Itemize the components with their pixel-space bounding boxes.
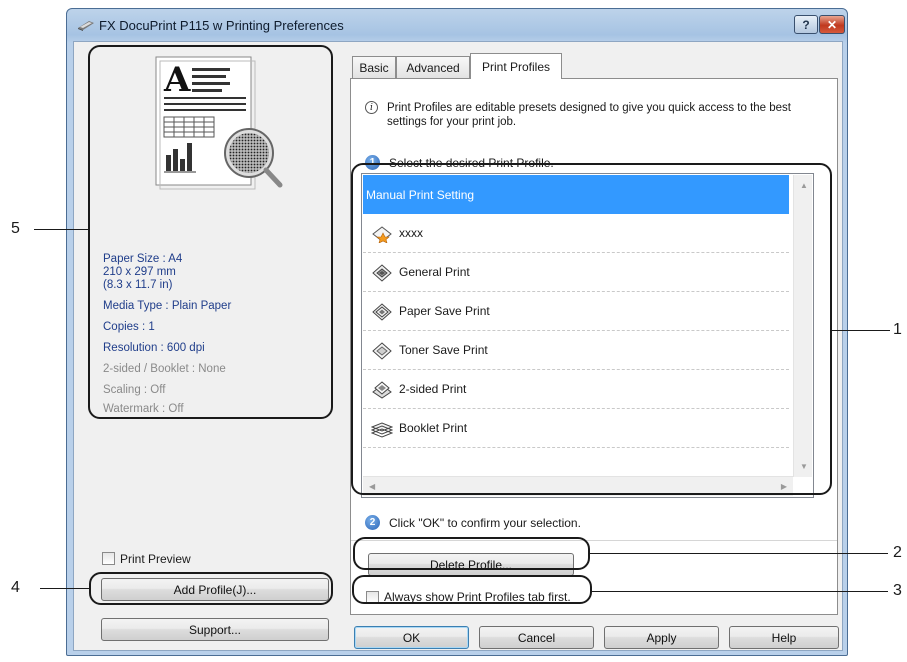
scaling-info: Scaling : Off [103, 384, 166, 396]
tab-advanced-label: Advanced [406, 60, 460, 75]
paper-size-info: Paper Size : A4 [103, 253, 183, 265]
callout-line-4 [40, 588, 90, 589]
callout-number-1: 1 [893, 321, 902, 338]
copies-info: Copies : 1 [103, 321, 155, 333]
watermark-info: Watermark : Off [103, 403, 184, 415]
panel-separator [351, 540, 837, 541]
two-sided-info: 2-sided / Booklet : None [103, 363, 226, 375]
step-one-icon: 1 [365, 155, 380, 170]
help-label: Help [771, 630, 797, 645]
tab-basic-label: Basic [359, 60, 389, 75]
callout-line-2 [590, 553, 888, 554]
printer-app-icon [78, 21, 94, 31]
apply-button[interactable]: Apply [604, 626, 719, 649]
callout-number-2: 2 [893, 544, 902, 561]
always-show-label: Always show Print Profiles tab first. [384, 590, 571, 604]
cancel-button[interactable]: Cancel [479, 626, 594, 649]
paper-mm-info: 210 x 297 mm [103, 266, 176, 278]
ok-button[interactable]: OK [354, 626, 469, 649]
profile-item-label: Toner Save Print [399, 343, 488, 357]
callout-line-1 [832, 330, 890, 331]
tab-print-profiles[interactable]: Print Profiles [470, 53, 562, 79]
profile-listbox[interactable]: Manual Print Setting xxxx General Print … [361, 173, 814, 498]
print-profiles-panel: i Print Profiles are editable presets de… [350, 78, 838, 615]
tab-print-profiles-label: Print Profiles [481, 59, 551, 74]
help-button[interactable]: Help [729, 626, 839, 649]
step-one-text: Select the desired Print Profile. [389, 156, 554, 170]
profile-item-custom[interactable]: xxxx [363, 214, 789, 253]
profile-item-label: 2-sided Print [399, 382, 467, 396]
profile-item-two-sided[interactable]: 2-sided Print [363, 370, 789, 409]
add-profile-button[interactable]: Add Profile(J)... [101, 578, 329, 601]
general-print-icon [372, 264, 392, 282]
close-button[interactable]: ✕ [819, 15, 845, 34]
delete-profile-label: Delete Profile... [429, 557, 513, 572]
print-preview-label: Print Preview [120, 552, 191, 566]
profile-item-manual[interactable]: Manual Print Setting [363, 175, 789, 214]
print-preview-checkbox[interactable] [102, 552, 115, 565]
resolution-info: Resolution : 600 dpi [103, 342, 205, 354]
window-title: FX DocuPrint P115 w Printing Preferences [99, 18, 344, 33]
callout-line-5 [34, 229, 89, 230]
paper-in-info: (8.3 x 11.7 in) [103, 279, 173, 291]
custom-profile-icon [372, 226, 392, 243]
booklet-icon [371, 422, 393, 438]
page-preview-image: A [155, 56, 283, 190]
close-icon: ✕ [826, 17, 838, 32]
callout-number-4: 4 [11, 579, 20, 596]
two-sided-icon [372, 381, 392, 399]
media-type-info: Media Type : Plain Paper [103, 300, 232, 312]
title-bar: FX DocuPrint P115 w Printing Preferences… [67, 9, 847, 41]
profile-item-label: Manual Print Setting [366, 187, 475, 202]
always-show-checkbox[interactable] [366, 591, 379, 604]
paper-save-icon [372, 303, 392, 321]
callout-line-3 [592, 591, 888, 592]
step-two-text: Click "OK" to confirm your selection. [389, 516, 581, 530]
scroll-down-icon[interactable]: ▼ [800, 462, 808, 471]
profiles-description: Print Profiles are editable presets desi… [387, 102, 792, 128]
question-icon: ? [802, 17, 810, 32]
profile-item-label: xxxx [399, 226, 423, 240]
profile-item-paper-save[interactable]: Paper Save Print [363, 292, 789, 331]
callout-number-5: 5 [11, 220, 20, 237]
toner-save-icon [372, 342, 392, 360]
scroll-up-icon[interactable]: ▲ [800, 181, 808, 190]
add-profile-label: Add Profile(J)... [173, 582, 257, 597]
help-title-button[interactable]: ? [794, 15, 818, 34]
support-button[interactable]: Support... [101, 618, 329, 641]
tab-advanced[interactable]: Advanced [396, 56, 470, 78]
apply-label: Apply [646, 630, 677, 645]
scroll-right-icon[interactable]: ▶ [781, 482, 787, 491]
support-label: Support... [188, 622, 242, 637]
profile-item-toner-save[interactable]: Toner Save Print [363, 331, 789, 370]
callout-number-3: 3 [893, 582, 902, 599]
svg-text:A: A [163, 60, 191, 100]
profile-item-label: Booklet Print [399, 421, 468, 435]
profile-item-general[interactable]: General Print [363, 253, 789, 292]
vertical-scrollbar[interactable]: ▲ ▼ [793, 175, 812, 477]
profile-item-label: General Print [399, 265, 470, 279]
horizontal-scrollbar[interactable]: ◀ ▶ [363, 476, 793, 496]
info-icon: i [365, 101, 378, 114]
cancel-label: Cancel [517, 630, 556, 645]
tab-basic[interactable]: Basic [352, 56, 396, 78]
profile-item-booklet[interactable]: Booklet Print [363, 409, 789, 448]
step-two-icon: 2 [365, 515, 380, 530]
profile-item-label: Paper Save Print [399, 304, 490, 318]
ok-label: OK [402, 630, 421, 645]
printing-preferences-window: FX DocuPrint P115 w Printing Preferences… [66, 8, 848, 656]
dialog-client-area: A Paper Size: A4 210 x 297 mm (8.3 x 11… [73, 41, 843, 651]
scroll-left-icon[interactable]: ◀ [369, 482, 375, 491]
delete-profile-button[interactable]: Delete Profile... [368, 553, 574, 576]
